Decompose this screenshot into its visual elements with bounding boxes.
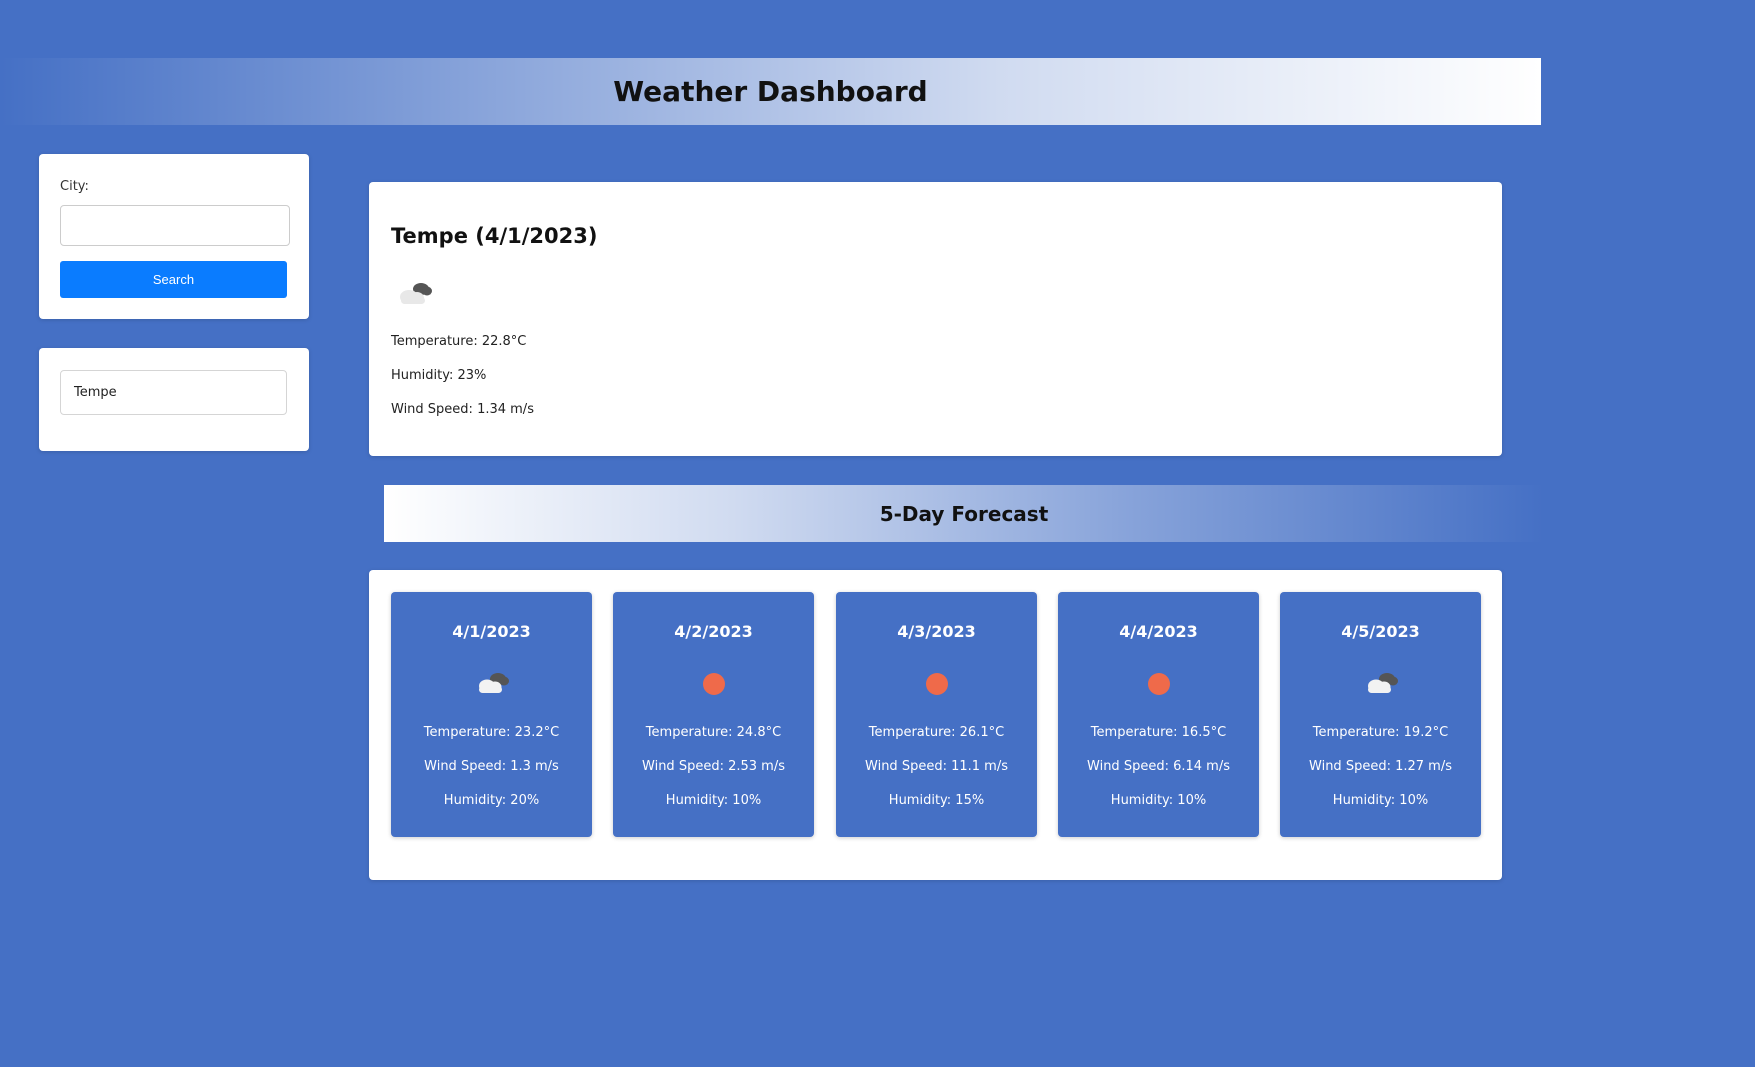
forecast-day-card: 4/2/2023 Temperature: 24.8°C Wind Speed:… bbox=[613, 592, 814, 837]
current-humidity: Humidity: 23% bbox=[391, 368, 487, 383]
sun-icon bbox=[1147, 673, 1170, 695]
forecast-banner: 5-Day Forecast bbox=[384, 485, 1544, 542]
forecast-wind-speed: Wind Speed: 2.53 m/s bbox=[642, 759, 785, 774]
forecast-humidity: Humidity: 10% bbox=[1110, 793, 1207, 808]
search-button[interactable]: Search bbox=[60, 261, 287, 298]
forecast-temperature: Temperature: 19.2°C bbox=[1312, 725, 1449, 740]
forecast-day-card: 4/5/2023 Temperature: 19.2°C Wind Speed:… bbox=[1280, 592, 1481, 837]
forecast-temperature: Temperature: 23.2°C bbox=[423, 725, 560, 740]
search-panel: City: Search bbox=[39, 154, 309, 319]
forecast-date: 4/3/2023 bbox=[897, 622, 976, 641]
page: Weather Dashboard City: Search Tempe Tem… bbox=[0, 0, 1755, 1067]
forecast-temperature: Temperature: 24.8°C bbox=[645, 725, 782, 740]
forecast-date: 4/4/2023 bbox=[1119, 622, 1198, 641]
forecast-humidity: Humidity: 20% bbox=[443, 793, 540, 808]
forecast-title: 5-Day Forecast bbox=[879, 501, 1049, 526]
forecast-temperature: Temperature: 26.1°C bbox=[868, 725, 1005, 740]
forecast-wind-speed: Wind Speed: 11.1 m/s bbox=[865, 759, 1008, 774]
city-input[interactable] bbox=[60, 205, 290, 246]
header-banner: Weather Dashboard bbox=[0, 58, 1541, 125]
forecast-day-card: 4/1/2023 Temperature: 23.2°C Wind Speed:… bbox=[391, 592, 592, 837]
current-weather-card: Tempe (4/1/2023) Temperature: 22.8°C Hum… bbox=[369, 182, 1502, 456]
forecast-day-card: 4/4/2023 Temperature: 16.5°C Wind Speed:… bbox=[1058, 592, 1259, 837]
forecast-date: 4/2/2023 bbox=[674, 622, 753, 641]
sun-icon bbox=[702, 673, 725, 695]
clouds-icon bbox=[478, 673, 509, 693]
search-history-panel: Tempe bbox=[39, 348, 309, 451]
forecast-wind-speed: Wind Speed: 1.3 m/s bbox=[424, 759, 559, 774]
forecast-humidity: Humidity: 10% bbox=[1332, 793, 1429, 808]
current-weather-title: Tempe (4/1/2023) bbox=[391, 224, 598, 248]
forecast-humidity: Humidity: 15% bbox=[888, 793, 985, 808]
sun-icon bbox=[925, 673, 948, 695]
forecast-wind-speed: Wind Speed: 6.14 m/s bbox=[1087, 759, 1230, 774]
forecast-day-card: 4/3/2023 Temperature: 26.1°C Wind Speed:… bbox=[836, 592, 1037, 837]
forecast-date: 4/1/2023 bbox=[452, 622, 531, 641]
clouds-icon bbox=[1367, 673, 1398, 693]
forecast-humidity: Humidity: 10% bbox=[665, 793, 762, 808]
page-title: Weather Dashboard bbox=[613, 75, 928, 108]
forecast-temperature: Temperature: 16.5°C bbox=[1090, 725, 1227, 740]
history-item-tempe[interactable]: Tempe bbox=[60, 370, 287, 415]
current-temperature: Temperature: 22.8°C bbox=[391, 334, 527, 349]
forecast-wind-speed: Wind Speed: 1.27 m/s bbox=[1309, 759, 1452, 774]
forecast-date: 4/5/2023 bbox=[1341, 622, 1420, 641]
current-wind-speed: Wind Speed: 1.34 m/s bbox=[391, 402, 534, 417]
forecast-container: 4/1/2023 Temperature: 23.2°C Wind Speed:… bbox=[369, 570, 1502, 880]
city-label: City: bbox=[60, 179, 89, 194]
clouds-icon bbox=[400, 283, 432, 304]
